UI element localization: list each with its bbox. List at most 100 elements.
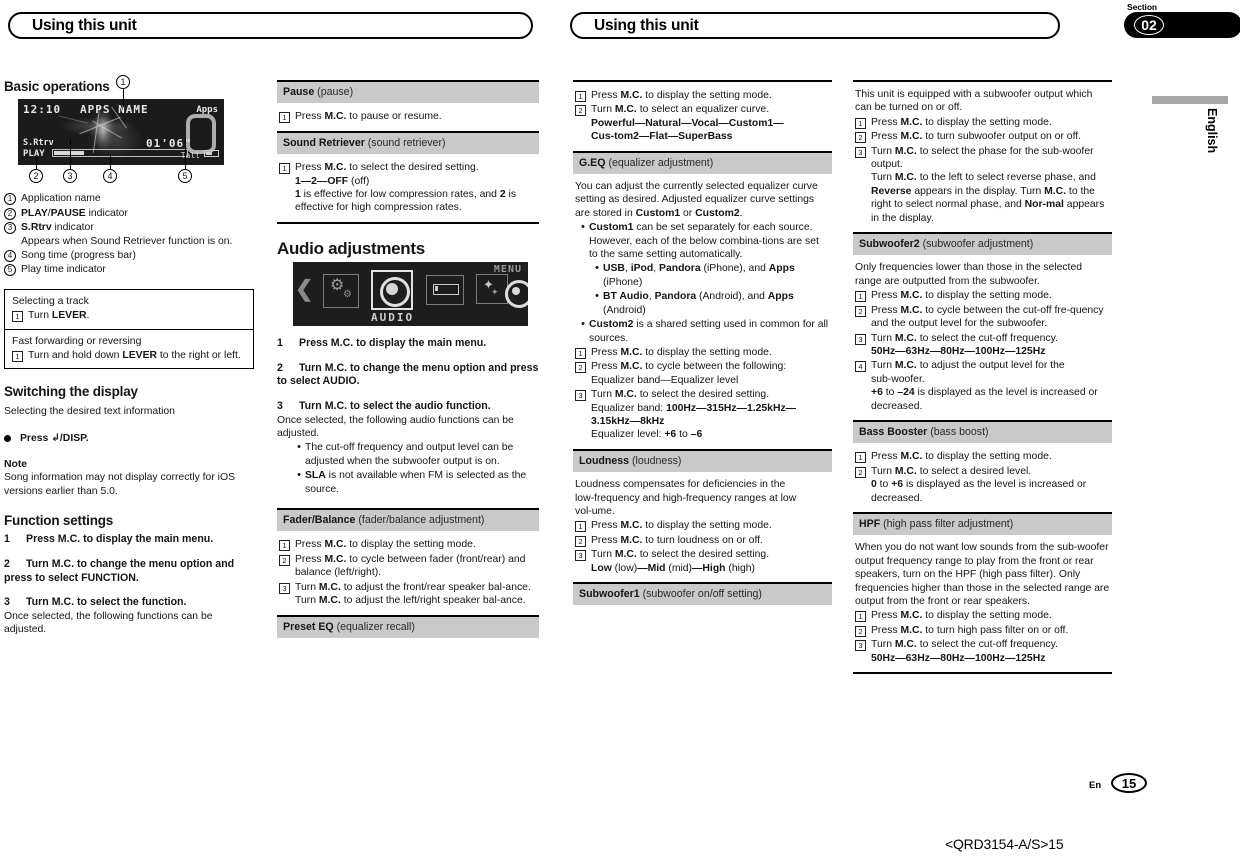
- step-number: 2: [855, 305, 866, 317]
- column-four: This unit is equipped with a subwoofer o…: [853, 80, 1112, 675]
- step-number: 3: [575, 390, 586, 402]
- legend-item-3-note: Appears when Sound Retriever function is…: [21, 235, 233, 247]
- left-arrow-icon: ❮: [295, 276, 314, 302]
- tip-step: 1 Turn and hold down LEVER to the right …: [12, 349, 246, 363]
- band-hpf: HPF (high pass filter adjustment): [853, 511, 1112, 536]
- step-row: 3 Turn M.C. to select the phase for the …: [855, 145, 1110, 225]
- gear-icon-small: ⚙: [343, 289, 352, 301]
- language-tab-bar: [1152, 96, 1228, 104]
- column-two: Pause (pause) 1 Press M.C. to pause or r…: [277, 80, 539, 638]
- bullet-icon: •: [595, 262, 599, 275]
- sparkle-icon-small: ✦: [491, 287, 499, 298]
- band-desc: (loudness): [631, 454, 682, 467]
- band-loudness-body: Loudness compensates for deficiencies in…: [573, 472, 832, 582]
- band-desc: (sound retriever): [367, 136, 446, 149]
- band-pause: Pause (pause): [277, 80, 539, 104]
- band-name: G.EQ: [579, 156, 606, 169]
- step-number: 3: [279, 582, 290, 594]
- subwoofer1-body-text: This unit is equipped with a subwoofer o…: [855, 89, 1093, 114]
- running-header-left-title: Using this unit: [32, 16, 137, 34]
- band-name: Pause: [283, 86, 315, 98]
- column-one: Basic operations 12:10 APPS NAME Apps S.…: [4, 75, 254, 637]
- audio-step-2: 2 Turn M.C. to change the menu option and…: [277, 361, 539, 388]
- running-header-left: Using this unit: [8, 12, 533, 39]
- function-step-2: 2 Turn M.C. to change the menu option and…: [4, 557, 235, 584]
- step-number: 2: [575, 105, 586, 117]
- function-after-text: Once selected, the following functions c…: [4, 610, 213, 636]
- audio-bullet-1: • The cut-off frequency and output level…: [277, 441, 539, 468]
- band-name: Loudness: [579, 454, 630, 467]
- band-hpf-body: When you do not want low sounds from the…: [853, 535, 1112, 675]
- step-row: 3 Turn M.C. to select the desired settin…: [575, 548, 830, 575]
- step-number: 1: [12, 311, 23, 323]
- step-number: 3: [855, 640, 866, 652]
- step-row: 3 Turn M.C. to select the cut-off freque…: [855, 332, 1110, 359]
- subwoofer1-body: This unit is equipped with a subwoofer o…: [853, 82, 1112, 232]
- step-row: 1 Press M.C. to display the setting mode…: [855, 609, 1110, 623]
- audio-step-3: 3 Turn M.C. to select the audio function.: [277, 400, 491, 413]
- geq-bullet-1: • Custom1 can be set separately for each…: [575, 221, 830, 261]
- step-row: 4 Turn M.C. to adjust the output level f…: [855, 359, 1110, 413]
- band-desc: (fader/balance adjustment): [358, 514, 485, 527]
- loudness-body-text: Loudness compensates for deficiencies in…: [575, 479, 797, 517]
- lcd-app-title: APPS NAME: [80, 103, 149, 117]
- lcd-clock: 12:10: [23, 103, 62, 117]
- band-fader-balance-body: 1 Press M.C. to display the setting mode…: [277, 531, 539, 617]
- bullet-icon: •: [297, 441, 301, 454]
- step-row: 1 Press M.C. to pause or resume.: [279, 110, 537, 124]
- switching-display-sub: Selecting the desired text information: [4, 405, 175, 417]
- lcd-display-figure: 12:10 APPS NAME Apps S.Rtrv 01'06" PLAY …: [18, 75, 224, 184]
- step-number: 1: [279, 112, 290, 124]
- legend-number: 5: [4, 264, 16, 277]
- bullet-icon: •: [297, 469, 301, 482]
- step-row: 1 Press M.C. to display the setting mode…: [855, 289, 1110, 303]
- band-subwoofer2-body: Only frequencies lower than those in the…: [853, 255, 1112, 419]
- band-name: Preset EQ: [283, 620, 334, 633]
- subwoofer2-freqs: 50Hz—63Hz—80Hz—100Hz—125Hz: [871, 345, 1046, 357]
- section-number: 02: [1134, 15, 1164, 35]
- subwoofer2-body-text: Only frequencies lower than those in the…: [855, 262, 1082, 287]
- band-name: HPF: [859, 517, 881, 530]
- band-geq: G.EQ (equalizer adjustment): [573, 150, 832, 175]
- legend-item-1: 1 Application name: [4, 192, 254, 206]
- hpf-freqs: 50Hz—63Hz—80Hz—100Hz—125Hz: [871, 652, 1046, 664]
- section-badge: 02: [1124, 12, 1240, 38]
- band-sound-retriever-body: 1 Press M.C. to select the desired setti…: [277, 154, 539, 224]
- bullet-icon: •: [595, 290, 599, 303]
- step-row: 1 Press M.C. to display the setting mode…: [575, 519, 830, 533]
- audio-adjustments-heading: Audio adjustments: [277, 238, 425, 258]
- step-number: 2: [855, 132, 866, 144]
- audio-step-1: 1 Press M.C. to display the main menu.: [277, 337, 487, 350]
- preset-eq-body: 1 Press M.C. to display the setting mode…: [573, 82, 832, 151]
- band-name: Bass Booster: [859, 425, 928, 438]
- step-number: 3: [855, 146, 866, 158]
- legend-text: Song time (progress bar): [21, 250, 136, 262]
- geq-sub-bullet-1: • USB, iPod, Pandora (iPhone), and Apps …: [575, 262, 830, 289]
- step-row: 2 Press M.C. to turn high pass filter on…: [855, 624, 1110, 637]
- geq-cycle-values: Equalizer band—Equalizer level: [591, 374, 739, 386]
- audio-after-text: Once selected, the following audio funct…: [277, 414, 514, 440]
- step-row: 2 Press M.C. to turn subwoofer output on…: [855, 130, 1110, 144]
- step-number: 2: [855, 466, 866, 478]
- step-number: 1: [279, 540, 290, 552]
- step-number: 3: [855, 333, 866, 345]
- step-number: 3: [575, 550, 586, 562]
- band-name: Sound Retriever: [283, 136, 365, 149]
- legend-text: Application name: [21, 193, 101, 205]
- step-row: 1 Press M.C. to select the desired setti…: [279, 161, 537, 215]
- step-row: 3 Turn M.C. to select the desired settin…: [575, 388, 830, 442]
- running-header-right-title: Using this unit: [594, 16, 699, 34]
- step-number: 1: [855, 611, 866, 623]
- band-preset-eq: Preset EQ (equalizer recall): [277, 616, 539, 638]
- footer-language-code: En: [1089, 780, 1102, 791]
- legend-text: PLAY/PAUSE indicator: [21, 207, 128, 219]
- geq-sub-bullet-2: • BT Audio, Pandora (Android), and Apps …: [575, 290, 830, 317]
- switching-display-heading: Switching the display: [4, 384, 138, 400]
- step-number: 2: [575, 362, 586, 374]
- step-row: 1 Press M.C. to display the setting mode…: [855, 116, 1110, 129]
- legend-number: 4: [4, 250, 16, 263]
- footer-page-number: 15: [1111, 773, 1147, 793]
- step-number: 1: [855, 117, 866, 129]
- lcd-signal-icon: Tall: [180, 151, 200, 161]
- lcd-battery-icon: [204, 150, 219, 158]
